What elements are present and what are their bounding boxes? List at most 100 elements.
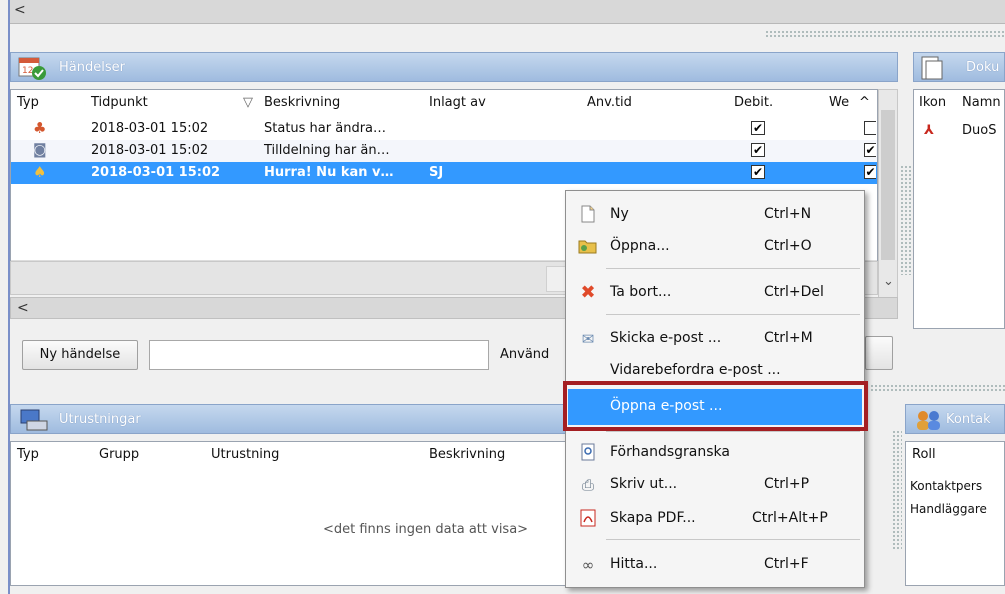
events-panel-header: 12 Händelser [10,52,898,82]
status-person-icon: ♣ [33,119,47,137]
menu-item-hitta[interactable]: ∞ Hitta... Ctrl+F [568,547,862,583]
equipment-panel-header: Utrustningar [10,404,570,434]
documents-grid: Ikon Namn ⅄ DuoS [913,89,1005,329]
menu-label: Skapa PDF... [610,510,696,526]
new-page-icon [578,205,598,225]
menu-label: Skicka e-post ... [610,330,722,346]
col-ikon[interactable]: Ikon [919,90,946,116]
col-utrustning[interactable]: Utrustning [211,442,279,468]
highlight-annotation-box [563,381,868,431]
preview-icon [578,443,598,463]
events-vertical-scrollbar[interactable]: ⌄ [878,89,898,299]
pdf-icon [578,509,598,529]
row-by: SJ [429,165,444,180]
scroll-down-icon[interactable]: ⌄ [883,274,894,289]
col-grupp[interactable]: Grupp [99,442,139,468]
menu-shortcut: Ctrl+M [764,330,813,346]
printer-icon: ⎙ [581,476,594,494]
debit-checkbox[interactable]: ✔ [751,165,765,179]
delete-x-icon: ✖ [580,282,596,303]
menu-label: Vidarebefordra e-post ... [610,362,781,378]
contact-role[interactable]: Handläggare [910,502,987,516]
menu-item-forhandsgranska[interactable]: Förhandsgranska [568,435,862,471]
col-roll[interactable]: Roll [912,442,936,468]
scroll-thumb[interactable] [881,110,895,260]
col-inlagt-av[interactable]: Inlagt av [429,90,486,116]
menu-item-skapa-pdf[interactable]: Skapa PDF... Ctrl+Alt+P [568,501,862,537]
menu-item-ta-bort[interactable]: ✖ Ta bort... Ctrl+Del [568,275,862,311]
col-anv-tid[interactable]: Anv.tid [587,90,632,116]
calendar-check-icon: 12 [18,57,46,80]
equipment-grid: Typ Grupp Utrustning Beskrivning <det fi… [10,441,570,586]
menu-label: Ta bort... [610,284,672,300]
documents-panel-title: Doku [966,60,1000,75]
col-beskrivning[interactable]: Beskrivning [264,90,340,116]
menu-label: Hitta... [610,556,658,572]
menu-item-skriv-ut[interactable]: ⎙ Skriv ut... Ctrl+P [568,467,862,503]
binoculars-icon: ∞ [581,556,595,574]
menu-shortcut: Ctrl+Del [764,284,824,300]
open-folder-icon [578,237,598,257]
col-typ[interactable]: Typ [17,90,39,116]
contacts-panel-title: Kontak [946,412,991,427]
contact-role[interactable]: Kontaktpers [910,479,982,493]
menu-item-oppna[interactable]: Öppna... Ctrl+O [568,229,862,265]
menu-separator [606,431,860,432]
debit-checkbox[interactable]: ✔ [751,121,765,135]
splitter-grip[interactable] [900,165,914,275]
events-panel-title: Händelser [59,60,125,75]
document-icon [921,56,943,80]
col-typ[interactable]: Typ [17,442,39,468]
top-horizontal-scrollbar[interactable]: < [10,0,1005,24]
computer-equipment-icon [20,409,48,431]
event-search-input[interactable] [149,340,489,370]
menu-separator [606,314,860,315]
splitter-grip[interactable] [870,384,1005,392]
panel-button[interactable] [865,336,893,370]
contacts-grid: Roll Kontaktpers Handläggare [905,441,1005,586]
col-debit[interactable]: Debit. [734,90,773,116]
menu-shortcut: Ctrl+P [764,476,810,492]
equipment-panel-title: Utrustningar [59,412,141,427]
col-beskrivning[interactable]: Beskrivning [429,442,505,468]
menu-separator [606,268,860,269]
menu-item-ny[interactable]: Ny Ctrl+N [568,197,862,233]
menu-label: Öppna... [610,238,670,254]
row-time: 2018-03-01 15:02 [91,165,221,180]
we-checkbox[interactable]: ✔ [864,143,876,157]
table-row[interactable]: ◙ 2018-03-01 15:02 Tilldelning har än… ✔… [11,140,877,162]
scroll-left-arrow[interactable]: < [14,2,26,18]
menu-shortcut: Ctrl+O [764,238,812,254]
menu-item-skicka-epost[interactable]: ✉ Skicka e-post ... Ctrl+M [568,321,862,357]
list-item[interactable]: ⅄ DuoS [914,120,1004,142]
document-name: DuoS [962,123,997,138]
col-namn[interactable]: Namn [962,90,1001,116]
scroll-left-arrow[interactable]: < [17,300,29,316]
send-mail-icon: ✉ [581,330,595,348]
debit-checkbox[interactable]: ✔ [751,143,765,157]
row-time: 2018-03-01 15:02 [91,143,209,158]
we-checkbox[interactable]: ✔ [864,165,876,179]
menu-label: Ny [610,206,629,222]
documents-panel-header: Doku [913,52,1005,82]
pdf-icon: ⅄ [924,123,934,138]
table-row[interactable]: ♣ 2018-03-01 15:02 Status har ändra… ✔ [11,118,877,140]
menu-shortcut: Ctrl+F [764,556,809,572]
splitter-grip[interactable] [765,30,1005,38]
use-label: Använd [500,347,550,362]
row-description: Status har ändra… [264,121,387,136]
contacts-people-icon [917,411,940,430]
we-checkbox[interactable] [864,121,876,135]
row-description: Hurra! Nu kan v… [264,165,394,180]
new-event-button[interactable]: Ny händelse [22,340,138,370]
col-tidpunkt[interactable]: Tidpunkt [91,90,148,116]
splitter-grip[interactable] [892,430,902,550]
row-time: 2018-03-01 15:02 [91,121,209,136]
empty-state-text: <det finns ingen data att visa> [323,522,529,537]
menu-shortcut: Ctrl+Alt+P [752,510,828,526]
scroll-up-icon[interactable]: ^ [859,90,870,116]
sort-desc-icon[interactable]: ▽ [243,90,253,116]
table-row-selected[interactable]: ♠ 2018-03-01 15:02 Hurra! Nu kan v… SJ ✔… [11,162,877,184]
col-we[interactable]: We [829,90,849,116]
contacts-panel-header: Kontak [905,404,1005,434]
